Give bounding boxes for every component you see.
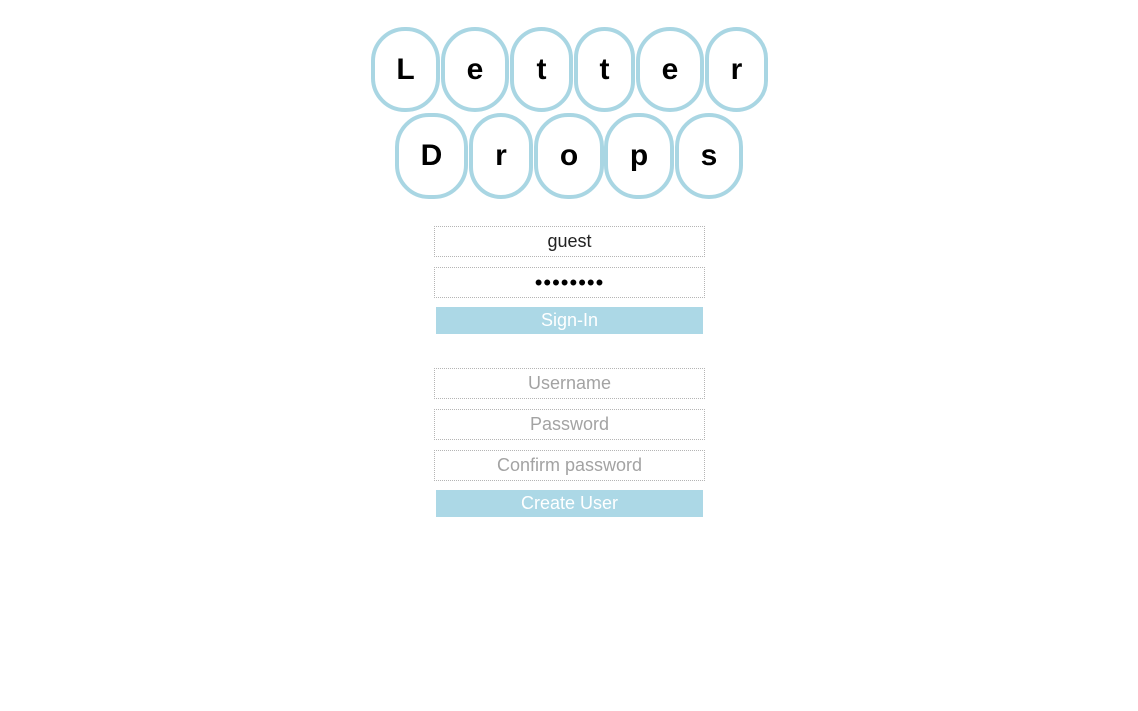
logo-tile-o: o xyxy=(534,113,604,199)
logo-tile-r: r xyxy=(469,113,533,199)
logo-tile-s: s xyxy=(675,113,743,199)
logo-tile-D: D xyxy=(395,113,468,199)
signin-button[interactable]: Sign-In xyxy=(436,307,703,334)
logo-tile-r: r xyxy=(705,27,768,112)
signin-password-field[interactable] xyxy=(434,267,705,298)
login-page: L e t t e r D r o p s Sign-In Create Use… xyxy=(0,0,1138,711)
signin-username-field[interactable] xyxy=(434,226,705,257)
logo-tile-e: e xyxy=(636,27,704,112)
logo-tile-e: e xyxy=(441,27,509,112)
create-confirm-password-field[interactable] xyxy=(434,450,705,481)
create-username-field[interactable] xyxy=(434,368,705,399)
create-user-button[interactable]: Create User xyxy=(436,490,703,517)
logo-tile-p: p xyxy=(604,113,674,199)
logo-tile-t: t xyxy=(574,27,635,112)
logo-tile-L: L xyxy=(371,27,440,112)
create-password-field[interactable] xyxy=(434,409,705,440)
logo-tile-t: t xyxy=(510,27,573,112)
